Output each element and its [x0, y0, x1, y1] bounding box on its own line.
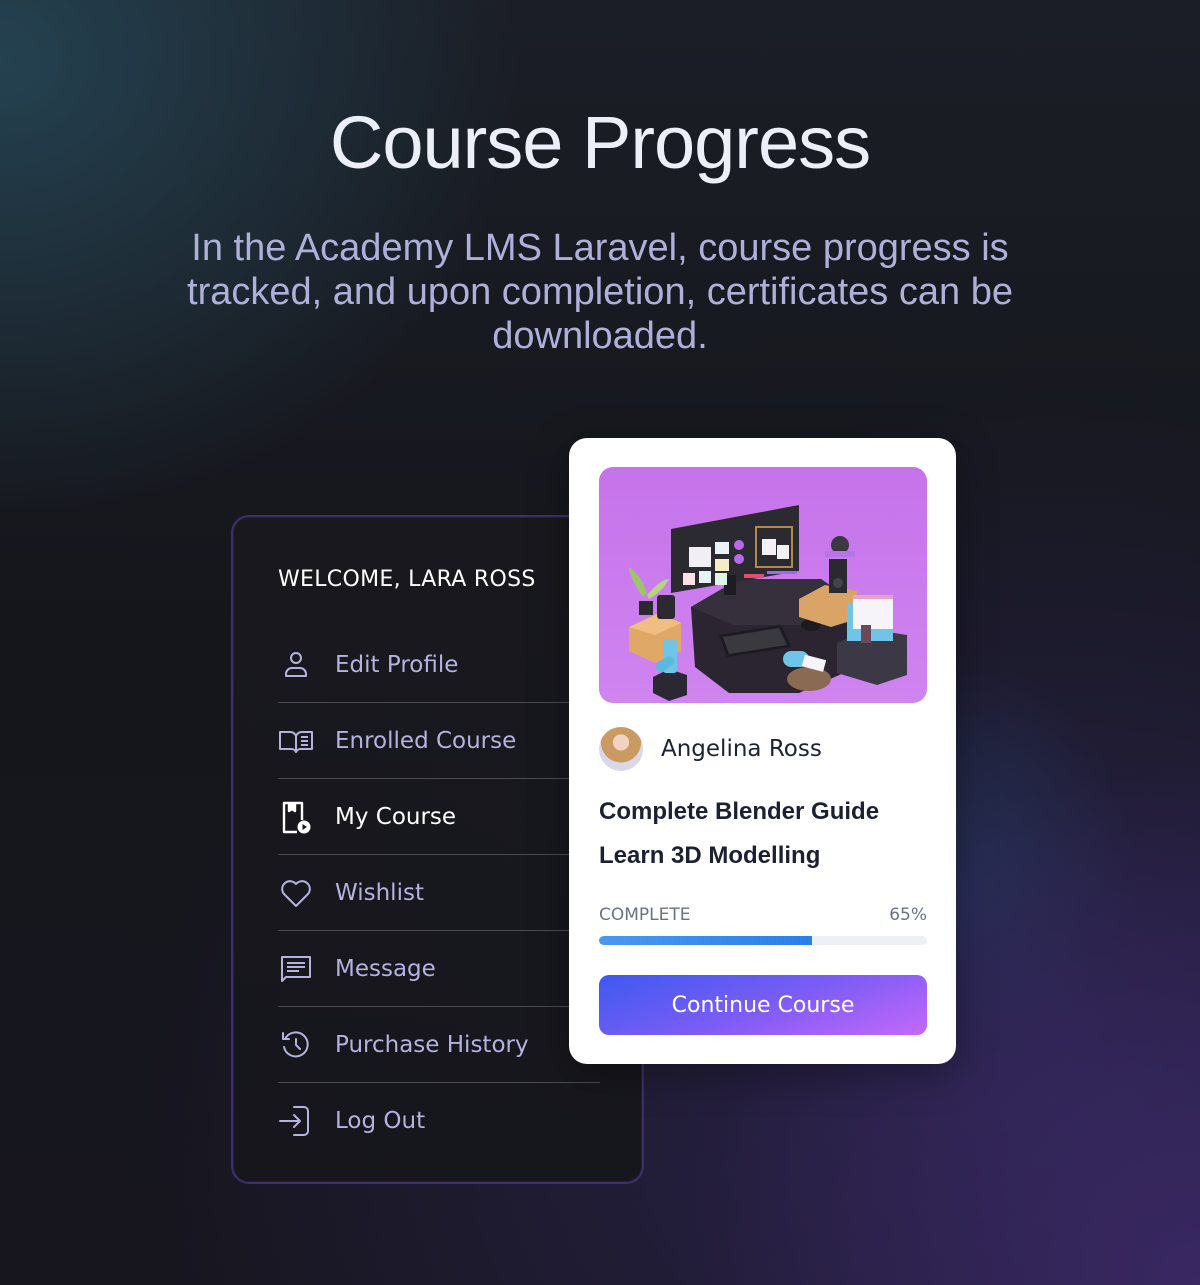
course-video-icon	[278, 798, 316, 836]
menu-item-enrolled-course[interactable]: Enrolled Course	[278, 703, 600, 779]
page-subtitle: In the Academy LMS Laravel, course progr…	[187, 227, 1013, 357]
progress-bar	[599, 936, 927, 945]
welcome-text: WELCOME, LARA ROSS	[278, 567, 536, 592]
menu-item-label: Edit Profile	[335, 651, 459, 678]
menu-item-wishlist[interactable]: Wishlist	[278, 855, 600, 931]
course-title[interactable]: Complete Blender Guide Learn 3D Modellin…	[599, 790, 939, 878]
menu-item-label: Message	[335, 955, 436, 982]
continue-course-button[interactable]: Continue Course	[599, 975, 927, 1035]
menu-item-edit-profile[interactable]: Edit Profile	[278, 627, 600, 703]
course-thumbnail[interactable]	[599, 467, 927, 703]
progress-percent: 65%	[889, 905, 927, 925]
instructor-name: Angelina Ross	[661, 736, 822, 762]
heart-icon	[278, 874, 316, 912]
menu-item-label: Wishlist	[335, 879, 424, 906]
page-title: Course Progress	[329, 101, 871, 184]
menu-item-my-course[interactable]: My Course	[278, 779, 600, 855]
user-icon	[278, 646, 316, 684]
menu-item-message[interactable]: Message	[278, 931, 600, 1007]
menu-item-label: Enrolled Course	[335, 727, 517, 754]
progress-bar-fill	[599, 936, 813, 945]
menu-item-log-out[interactable]: Log Out	[278, 1083, 600, 1159]
instructor[interactable]: Angelina Ross	[599, 727, 822, 771]
message-icon	[278, 950, 316, 988]
workspace-illustration	[629, 505, 907, 701]
history-icon	[278, 1026, 316, 1064]
course-card: Angelina Ross Complete Blender Guide Lea…	[569, 438, 956, 1064]
menu-item-label: Purchase History	[335, 1031, 529, 1058]
progress-info: COMPLETE 65%	[599, 905, 927, 925]
menu-list: Edit Profile Enrolled Course My Course W…	[278, 627, 600, 1159]
menu-item-purchase-history[interactable]: Purchase History	[278, 1007, 600, 1083]
instructor-avatar	[599, 727, 643, 771]
menu-item-label: Log Out	[335, 1108, 426, 1134]
menu-item-label: My Course	[335, 803, 457, 830]
progress-label: COMPLETE	[599, 905, 691, 925]
logout-icon	[278, 1102, 316, 1140]
open-book-icon	[278, 722, 316, 760]
